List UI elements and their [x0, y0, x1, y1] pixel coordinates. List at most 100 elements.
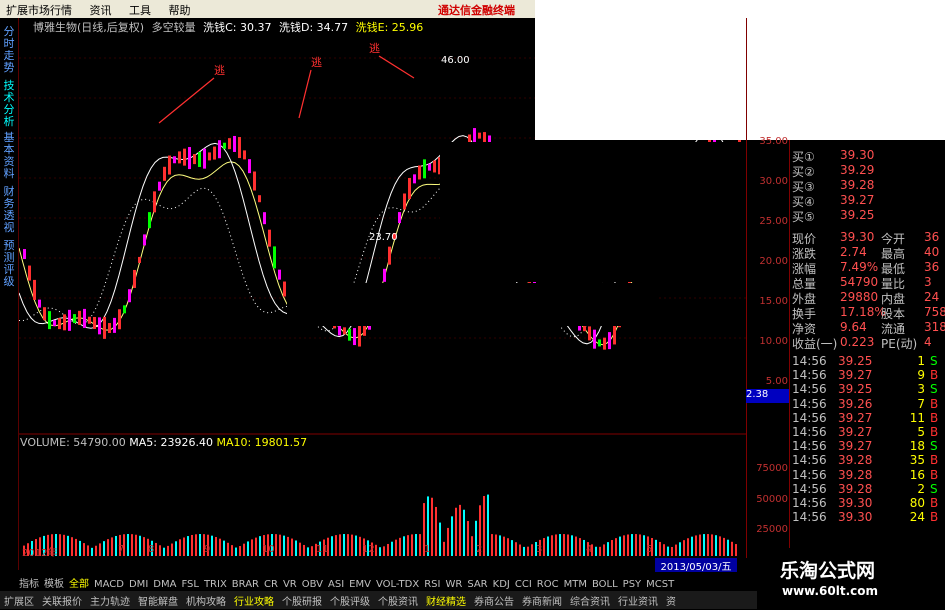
- indicator-tab[interactable]: MACD: [94, 579, 124, 590]
- candle: [88, 316, 91, 324]
- bottom-menu-item[interactable]: 行业攻略: [230, 591, 278, 610]
- volume-bar: [103, 541, 105, 556]
- volume-bar: [635, 534, 637, 556]
- volume-bar: [383, 546, 385, 556]
- bottom-menu-item[interactable]: 主力轨迹: [86, 591, 134, 610]
- indicator-tab[interactable]: CCI: [515, 579, 532, 590]
- indicator-tab[interactable]: PSY: [623, 579, 642, 590]
- indicator-tab[interactable]: 全部: [69, 575, 89, 590]
- volume-bar: [175, 541, 177, 556]
- bottom-menu-item[interactable]: 智能解盘: [134, 591, 182, 610]
- quote-value-2: 758: [924, 305, 945, 319]
- bottom-menu-item[interactable]: 券商公告: [470, 591, 518, 610]
- candle: [133, 269, 136, 288]
- indicator-tab[interactable]: MTM: [564, 579, 587, 590]
- volume-bar: [407, 535, 409, 556]
- quote-row: 涨幅 7.49% 最低 36: [790, 260, 945, 276]
- volume-bar: [359, 536, 361, 556]
- volume-bar: [275, 534, 277, 556]
- bottom-menu-item[interactable]: 行业资讯: [614, 591, 662, 610]
- candle: [28, 265, 31, 281]
- volume-bar: [107, 539, 109, 556]
- volume-bar: [571, 535, 573, 556]
- volume-bar: [731, 541, 733, 556]
- indicator-tab[interactable]: ASI: [328, 579, 344, 590]
- volume-bar: [211, 535, 213, 556]
- volume-bar: [255, 537, 257, 556]
- bottom-menu-item[interactable]: 个股资讯: [374, 591, 422, 610]
- indicator-tab[interactable]: RSI: [424, 579, 440, 590]
- bottom-menu-item[interactable]: 机构攻略: [182, 591, 230, 610]
- volume-bar: [699, 534, 701, 556]
- menu-tools[interactable]: 工具: [123, 0, 159, 18]
- x-label: 2012年: [22, 548, 58, 559]
- bottom-menu-item[interactable]: 扩展区: [0, 591, 38, 610]
- candle: [93, 316, 96, 329]
- bottom-menu-item[interactable]: 个股研报: [278, 591, 326, 610]
- indicator-tab[interactable]: CR: [264, 579, 278, 590]
- quote-value-2: 36: [924, 260, 940, 274]
- x-label: 4: [586, 544, 593, 555]
- sidetab-intraday[interactable]: 分时走势: [2, 26, 16, 74]
- indicator-tab[interactable]: DMI: [129, 579, 148, 590]
- quote-value: 29880: [840, 290, 879, 304]
- volume-bar: [215, 537, 217, 556]
- tick-time: 14:56: [792, 439, 827, 454]
- indicator-tab[interactable]: VOL-TDX: [376, 579, 419, 590]
- volume-bar: [87, 545, 89, 556]
- volume-bar: [391, 541, 393, 556]
- tick-row: 14:56 39.25 3 S: [790, 382, 945, 397]
- indicator-tab[interactable]: FSL: [181, 579, 199, 590]
- tick-volume: 18: [909, 439, 925, 454]
- indicator-tab[interactable]: ROC: [537, 579, 559, 590]
- tick-price: 39.27: [838, 410, 873, 425]
- indicator-tab[interactable]: DMA: [153, 579, 176, 590]
- tick-price: 39.25: [838, 354, 873, 368]
- volume-bar: [335, 535, 337, 556]
- volume-bar: [439, 522, 441, 556]
- volume-bar: [279, 534, 281, 556]
- sidetab-forecast[interactable]: 预测评级: [2, 240, 16, 288]
- indicator-tab[interactable]: OBV: [302, 579, 323, 590]
- sidetab-basic[interactable]: 基本资料: [2, 132, 16, 180]
- volume-bar: [607, 542, 609, 556]
- bottom-menu-item[interactable]: 综合资讯: [566, 591, 614, 610]
- candle: [593, 329, 596, 349]
- menu-news[interactable]: 资讯: [84, 0, 120, 18]
- volume-bar: [403, 536, 405, 556]
- volume-bar: [723, 537, 725, 556]
- volume-bar: [555, 534, 557, 556]
- bottom-menu-item[interactable]: 财经精选: [422, 591, 470, 610]
- menu-help[interactable]: 帮助: [163, 0, 199, 18]
- order-book-row: 买③ 39.28: [790, 178, 945, 194]
- candle: [433, 160, 436, 173]
- candle: [228, 138, 231, 150]
- bottom-menu-item[interactable]: 资: [662, 591, 680, 610]
- indicator-tab[interactable]: 指标: [19, 575, 39, 590]
- indicator-tab[interactable]: VR: [283, 579, 297, 590]
- bottom-menu-item[interactable]: 关联报价: [38, 591, 86, 610]
- volume-bar: [567, 534, 569, 556]
- volume-bar: [431, 497, 433, 556]
- indicator-tab[interactable]: MCST: [646, 579, 674, 590]
- indicator-tab[interactable]: KDJ: [493, 579, 510, 590]
- menu-extended-market[interactable]: 扩展市场行情: [0, 0, 80, 18]
- volume-bar: [287, 536, 289, 556]
- indicator-tab[interactable]: BRAR: [232, 579, 259, 590]
- indicator-tab[interactable]: BOLL: [592, 579, 618, 590]
- stock-name: 博雅生物(日线,后复权): [33, 21, 145, 34]
- candle: [193, 154, 196, 165]
- volume-bar: [395, 539, 397, 556]
- indicator-tab[interactable]: TRIX: [204, 579, 227, 590]
- sidetab-technical[interactable]: 技术分析: [2, 80, 16, 128]
- indicator-tab[interactable]: SAR: [467, 579, 487, 590]
- sidetab-finance[interactable]: 财务透视: [2, 186, 16, 234]
- indicator-tab[interactable]: 模板: [44, 575, 64, 590]
- bottom-menu-item[interactable]: 券商新闻: [518, 591, 566, 610]
- bottom-menu-item[interactable]: 个股评级: [326, 591, 374, 610]
- indicator-tab[interactable]: EMV: [349, 579, 371, 590]
- volume-bar: [303, 544, 305, 556]
- candle: [423, 159, 426, 179]
- candle: [248, 159, 251, 174]
- indicator-tab[interactable]: WR: [445, 579, 462, 590]
